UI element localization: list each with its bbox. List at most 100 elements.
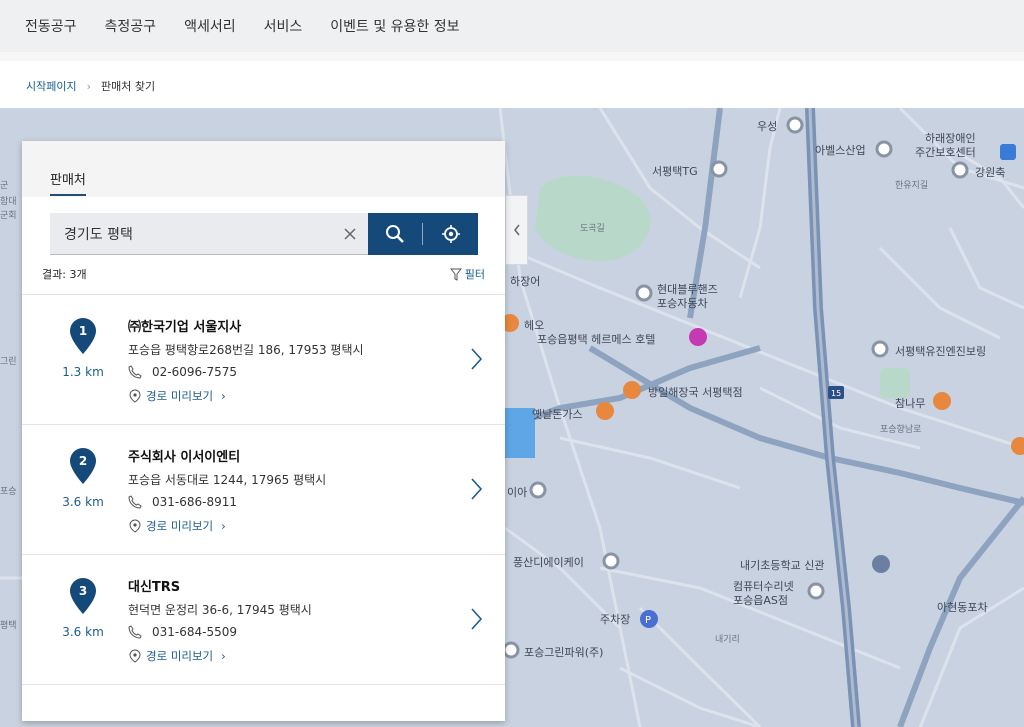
collapse-panel-button[interactable]	[505, 195, 528, 265]
search-button-group	[368, 213, 478, 255]
map-label-computer2: 포승읍AS점	[733, 594, 788, 607]
chevron-right-icon: ›	[221, 519, 226, 533]
map-label-yuljin: 서평택유진엔진보링	[895, 345, 987, 358]
phone-icon	[128, 625, 142, 639]
svg-text:15: 15	[831, 389, 841, 398]
dealer-name: 주식회사 이서이엔티	[128, 450, 241, 465]
dealer-phone[interactable]: 02-6096-7575	[128, 365, 237, 379]
map-label-gun: 군	[0, 181, 9, 191]
tab-dealers[interactable]: 판매처	[50, 169, 86, 196]
result-list: 1 1.3 km ㈜한국기업 서울지사 포승읍 평택항로268번길 186, 1…	[22, 294, 505, 685]
map-label-dogokgil: 도곡길	[580, 224, 605, 234]
route-preview-link[interactable]: 경로 미리보기 ›	[128, 388, 226, 404]
chevron-right-icon[interactable]	[469, 347, 483, 371]
dealer-name: 대신TRS	[128, 580, 181, 595]
map-label-hyeo: 헤오	[524, 319, 545, 332]
distance: 3.6 km	[62, 495, 104, 509]
breadcrumb-current: 판매처 찾기	[101, 80, 156, 93]
svg-text:P: P	[645, 615, 651, 626]
map-label-harae2: 주간보호센터	[915, 146, 976, 159]
map-label-ia: 이아	[507, 486, 528, 499]
map-label-abeluss: 아벨스산업	[815, 144, 866, 157]
map-label-parking: 주차장	[600, 613, 631, 626]
map-label-posunghyangnamro: 포승향남로	[880, 425, 922, 435]
map-label-useong: 우성	[757, 120, 778, 133]
locate-me-button[interactable]	[424, 213, 478, 255]
panel-tabs: 판매처	[22, 141, 505, 197]
map-label-haejang: 방일해장국 서평택점	[648, 386, 743, 399]
list-item[interactable]: 2 3.6 km 주식회사 이서이엔티 포승읍 서동대로 1244, 17965…	[22, 425, 505, 555]
phone-number: 031-686-8911	[152, 495, 238, 509]
pin-number: 1	[78, 324, 88, 338]
dealer-address: 현덕면 운정리 36-6, 17945 평택시	[128, 603, 312, 617]
list-item[interactable]: 3 3.6 km 대신TRS 현덕면 운정리 36-6, 17945 평택시 0…	[22, 555, 505, 685]
distance: 3.6 km	[62, 625, 104, 639]
breadcrumb: 시작페이지 › 판매처 찾기	[26, 78, 155, 94]
map-label-hajangeo: 하장어	[510, 275, 541, 288]
map-label-naegi: 내기초등학교 신관	[740, 559, 825, 572]
pin-number: 2	[78, 454, 88, 468]
dealer-address: 포승읍 평택항로268번길 186, 17953 평택시	[128, 343, 364, 357]
breadcrumb-chevron-icon: ›	[86, 79, 92, 93]
nav-item-service[interactable]: 서비스	[264, 16, 303, 36]
dealer-panel: 판매처 결과: 3개 필터	[22, 141, 505, 721]
filter-label: 필터	[464, 268, 485, 281]
chevron-left-icon	[513, 224, 520, 236]
filter-button[interactable]: 필터	[449, 266, 485, 282]
map-label-pyeongtaek-tg: 서평택TG	[652, 165, 698, 178]
dealer-name: ㈜한국기업 서울지사	[128, 320, 242, 335]
map-label-naegiri: 내기리	[715, 635, 740, 645]
top-nav: 전동공구 측정공구 액세서리 서비스 이벤트 및 유용한 정보	[0, 0, 1024, 52]
dealer-phone[interactable]: 031-684-5509	[128, 625, 237, 639]
map-label-gangwon: 강원축	[975, 166, 1006, 179]
map-label-hanyujigil: 한유지길	[895, 181, 929, 191]
clear-icon[interactable]	[340, 224, 360, 244]
chevron-right-icon: ›	[221, 649, 226, 663]
list-item[interactable]: 1 1.3 km ㈜한국기업 서울지사 포승읍 평택항로268번길 186, 1…	[22, 295, 505, 425]
map-label-gunhoe: 군회	[0, 211, 17, 221]
map-label-hamdae: 함대	[0, 197, 17, 207]
map-label-hyundai2: 포승자동차	[657, 297, 708, 310]
filter-icon	[449, 268, 462, 281]
search-row	[50, 213, 478, 255]
map-label-hermes: 포승읍평택 헤르메스 호텔	[537, 333, 656, 346]
map-label-green: 그린	[0, 357, 17, 367]
chevron-right-icon[interactable]	[469, 607, 483, 631]
result-count: 결과: 3개	[42, 268, 87, 281]
pin-number: 3	[78, 584, 88, 598]
map-label-posung: 포승	[0, 487, 17, 497]
breadcrumb-home[interactable]: 시작페이지	[26, 78, 77, 94]
phone-number: 031-684-5509	[152, 625, 238, 639]
search-input[interactable]	[50, 213, 368, 255]
map-label-pyeongtaek: 평택	[0, 621, 17, 631]
dealer-address: 포승읍 서동대로 1244, 17965 평택시	[128, 473, 327, 487]
map-label-ahyeon: 아현동포차	[937, 601, 988, 614]
nav-item-events[interactable]: 이벤트 및 유용한 정보	[330, 16, 459, 36]
map-label-pungsan: 풍산디에이케이	[513, 556, 584, 569]
map-label-chamnamu: 참나무	[895, 397, 926, 410]
search-icon	[386, 225, 405, 243]
nav-item-accessories[interactable]: 액세서리	[184, 16, 236, 36]
search-button[interactable]	[368, 213, 422, 255]
map-marker-icon	[129, 389, 141, 403]
crosshair-icon	[441, 225, 460, 243]
nav-item-power-tools[interactable]: 전동공구	[25, 16, 77, 36]
nav-item-measuring-tools[interactable]: 측정공구	[105, 16, 157, 36]
chevron-right-icon[interactable]	[469, 477, 483, 501]
route-preview-label: 경로 미리보기	[146, 519, 214, 533]
result-bar: 결과: 3개 필터	[42, 266, 485, 282]
distance: 1.3 km	[62, 365, 104, 379]
map-label-greenpower: 포승그린파워(주)	[524, 646, 604, 659]
dealer-phone[interactable]: 031-686-8911	[128, 495, 237, 509]
phone-icon	[128, 495, 142, 509]
nav-separator	[0, 52, 1024, 61]
phone-icon	[128, 365, 142, 379]
route-preview-link[interactable]: 경로 미리보기 ›	[128, 648, 226, 664]
map-marker-icon	[129, 519, 141, 533]
map-marker-icon	[129, 649, 141, 663]
phone-number: 02-6096-7575	[152, 365, 238, 379]
route-preview-label: 경로 미리보기	[146, 649, 214, 663]
chevron-right-icon: ›	[221, 389, 226, 403]
route-preview-label: 경로 미리보기	[146, 389, 214, 403]
route-preview-link[interactable]: 경로 미리보기 ›	[128, 518, 226, 534]
